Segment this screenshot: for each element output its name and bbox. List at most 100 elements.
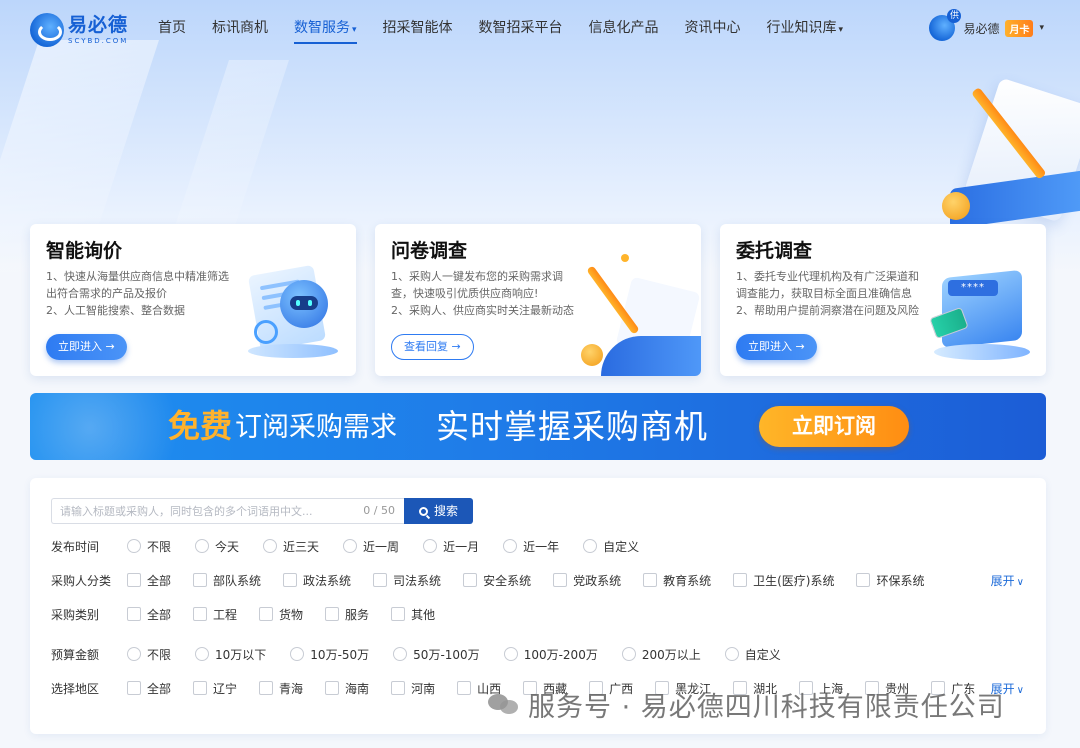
radio-button[interactable] (724, 647, 739, 661)
radio-button[interactable] (621, 647, 636, 661)
filter-option[interactable]: 政法系统 (283, 572, 351, 589)
filter-option[interactable]: 教育系统 (643, 572, 711, 589)
filter-option[interactable]: 不限 (127, 646, 171, 663)
checkbox[interactable] (391, 607, 406, 621)
hero-illustration (940, 77, 1080, 240)
checkbox[interactable] (127, 573, 141, 587)
radio-button[interactable] (127, 647, 141, 661)
card-action-button[interactable]: 查看回复 → (391, 334, 474, 360)
nav-item[interactable]: 资讯中心 (672, 0, 754, 56)
card-action-button[interactable]: 立即进入 → (46, 334, 127, 360)
nav-item[interactable]: 标讯商机 (199, 0, 281, 56)
filter-option[interactable]: 货物 (259, 606, 303, 623)
subscribe-banner[interactable]: 免费 订阅采购需求 实时掌握采购商机 立即订阅 (30, 393, 1046, 460)
filter-option[interactable]: 10万-50万 (290, 646, 369, 663)
filter-option[interactable]: 近一年 (503, 538, 559, 555)
filter-option[interactable]: 100万-200万 (503, 646, 598, 663)
checkbox[interactable] (856, 573, 871, 587)
nav-item[interactable]: 数智服务 ▾ (281, 0, 370, 56)
radio-button[interactable] (393, 647, 408, 661)
checkbox[interactable] (391, 681, 406, 695)
checkbox[interactable] (127, 607, 141, 621)
checkbox[interactable] (259, 607, 274, 621)
radio-button[interactable] (343, 539, 358, 553)
filter-option[interactable]: 全部 (127, 572, 171, 589)
radio-button[interactable] (503, 539, 518, 553)
feature-card[interactable]: 问卷调查 1、采购人一键发布您的采购需求调查，快速吸引优质供应商响应! 2、采购人、… (375, 224, 701, 376)
radio-button[interactable] (290, 647, 305, 661)
filter-option[interactable]: 今天 (195, 538, 239, 555)
filter-option[interactable]: 近三天 (263, 538, 319, 555)
filter-option[interactable]: 自定义 (583, 538, 639, 555)
filter-option[interactable]: 工程 (193, 606, 237, 623)
nav-item[interactable]: 招采智能体 (370, 0, 466, 56)
checkbox[interactable] (193, 573, 208, 587)
filter-option[interactable]: 自定义 (724, 646, 781, 663)
filter-option[interactable]: 全部 (127, 606, 171, 623)
filter-option-label: 司法系统 (393, 573, 442, 588)
banner-free-text: 免费 (168, 407, 233, 445)
checkbox[interactable] (259, 681, 274, 695)
filter-option[interactable]: 全部 (127, 680, 171, 697)
user-menu[interactable]: 供 易必德 月卡 ▾ (929, 9, 1044, 42)
nav-item[interactable]: 信息化产品 (576, 0, 672, 56)
radio-button[interactable] (127, 539, 141, 553)
chevron-down-icon[interactable]: ▾ (1039, 23, 1044, 33)
filter-label: 发布时间 (51, 539, 100, 554)
radio-button[interactable] (263, 539, 278, 553)
filter-option[interactable]: 200万以上 (621, 646, 701, 663)
nav-item[interactable]: 行业知识库 ▾ (754, 0, 857, 56)
checkbox[interactable] (193, 681, 208, 695)
nav-item[interactable]: 首页 (145, 0, 199, 56)
radio-button[interactable] (583, 539, 598, 553)
brand-logo[interactable]: 易必德 SCYBD.COM (30, 10, 140, 50)
filter-option[interactable]: 不限 (127, 538, 171, 555)
dot-illustration (621, 254, 629, 262)
filter-option-label: 政法系统 (303, 573, 352, 588)
filter-option[interactable]: 海南 (325, 680, 369, 697)
checkbox[interactable] (193, 607, 208, 621)
filter-option[interactable]: 其他 (391, 606, 435, 623)
filter-option[interactable]: 近一月 (423, 538, 479, 555)
subscribe-now-button[interactable]: 立即订阅 (759, 406, 909, 447)
filter-row: 预算金额 不限 10万以下 10万-50万 50万-100万 100万-200万 200万以… (51, 644, 1024, 664)
search-input[interactable] (52, 499, 342, 523)
filter-option[interactable]: 安全系统 (463, 572, 531, 589)
nav-item-label: 数智服务 (294, 20, 350, 36)
filter-option[interactable]: 环保系统 (856, 572, 925, 589)
filter-option[interactable]: 卫生(医疗)系统 (733, 572, 834, 589)
filter-option[interactable]: 青海 (259, 680, 303, 697)
card-action-button[interactable]: 立即进入 → (736, 334, 817, 360)
filter-option[interactable]: 50万-100万 (393, 646, 480, 663)
checkbox[interactable] (283, 573, 298, 587)
feature-card[interactable]: 智能询价 1、快速从海量供应商信息中精准筛选出符合需求的产品及报价 2、人工智能搜索… (30, 224, 356, 376)
filter-option[interactable]: 近一周 (343, 538, 399, 555)
checkbox[interactable] (643, 573, 658, 587)
feature-card[interactable]: 委托调查 1、委托专业代理机构及有广泛渠道和调查能力，获取目标全面且准确信息 2、帮… (720, 224, 1046, 376)
radio-button[interactable] (195, 647, 210, 661)
checkbox[interactable] (463, 573, 478, 587)
avatar[interactable]: 供 (929, 9, 962, 41)
checkbox[interactable] (373, 573, 388, 587)
chevron-down-icon: ∨ (1016, 685, 1024, 696)
search-button[interactable]: 搜索 (404, 498, 473, 524)
checkbox[interactable] (325, 607, 340, 621)
nav-item[interactable]: 数智招采平台 (466, 0, 576, 56)
checkbox[interactable] (733, 573, 748, 587)
filter-option[interactable]: 河南 (391, 680, 435, 697)
radio-button[interactable] (423, 539, 438, 553)
radio-button[interactable] (503, 647, 518, 661)
filter-option[interactable]: 10万以下 (195, 646, 266, 663)
filter-option[interactable]: 党政系统 (553, 572, 621, 589)
checkbox[interactable] (127, 681, 141, 695)
checkbox[interactable] (553, 573, 568, 587)
checkbox[interactable] (325, 681, 340, 695)
filter-option-label: 货物 (279, 607, 304, 622)
radio-button[interactable] (195, 539, 210, 553)
filter-option[interactable]: 部队系统 (193, 572, 261, 589)
filter-option[interactable]: 服务 (325, 606, 369, 623)
filter-option[interactable]: 司法系统 (373, 572, 441, 589)
expand-toggle[interactable]: 展开 ∨ (991, 572, 1024, 589)
checkbox[interactable] (457, 681, 472, 695)
filter-option[interactable]: 辽宁 (193, 680, 237, 697)
